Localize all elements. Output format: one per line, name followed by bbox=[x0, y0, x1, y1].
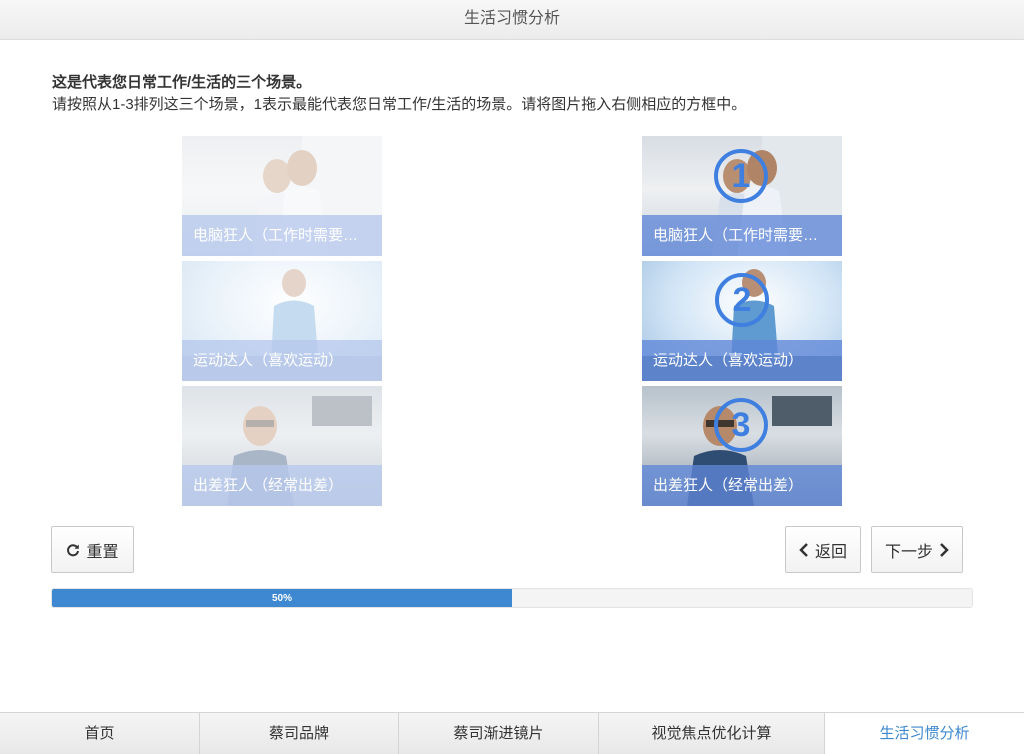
card-caption: 出差狂人（经常出差） bbox=[182, 465, 382, 506]
rank-badge: 1 bbox=[714, 149, 768, 203]
nav-tab-lifestyle[interactable]: 生活习惯分析 bbox=[825, 713, 1024, 754]
next-label: 下一步 bbox=[884, 543, 933, 561]
nav-tab-visual-focus[interactable]: 视觉焦点优化计算 bbox=[599, 713, 825, 754]
back-button[interactable]: 返回 bbox=[785, 526, 861, 573]
ranked-slot-1[interactable]: 1 电脑狂人（工作时需要… bbox=[642, 136, 842, 256]
instructions-text: 请按照从1-3排列这三个场景，1表示最能代表您日常工作/生活的场景。请将图片拖入… bbox=[52, 96, 747, 113]
card-caption: 运动达人（喜欢运动） bbox=[642, 340, 842, 381]
progress-fill: 50% bbox=[52, 589, 512, 607]
card-caption: 电脑狂人（工作时需要… bbox=[642, 215, 842, 256]
back-label: 返回 bbox=[814, 543, 847, 561]
card-caption: 电脑狂人（工作时需要… bbox=[182, 215, 382, 256]
progress-bar: 50% bbox=[51, 588, 973, 608]
next-button[interactable]: 下一步 bbox=[871, 526, 963, 573]
reset-button[interactable]: 重置 bbox=[51, 526, 134, 573]
window-title: 生活习惯分析 bbox=[0, 0, 1024, 40]
instructions-heading: 这是代表您日常工作/生活的三个场景。 bbox=[52, 74, 312, 91]
nav-tab-brand[interactable]: 蔡司品牌 bbox=[200, 713, 399, 754]
rank-badge: 2 bbox=[715, 273, 769, 327]
reset-label: 重置 bbox=[86, 543, 119, 561]
bottom-nav: 首页 蔡司品牌 蔡司渐进镜片 视觉焦点优化计算 生活习惯分析 bbox=[0, 712, 1024, 754]
source-card-computer[interactable]: 电脑狂人（工作时需要… bbox=[182, 136, 382, 256]
card-caption: 出差狂人（经常出差） bbox=[642, 465, 842, 506]
nav-tab-home[interactable]: 首页 bbox=[0, 713, 200, 754]
chevron-left-icon bbox=[799, 542, 809, 557]
ranked-slot-2[interactable]: 2 运动达人（喜欢运动） bbox=[642, 261, 842, 381]
instructions: 这是代表您日常工作/生活的三个场景。 请按照从1-3排列这三个场景，1表示最能代… bbox=[52, 72, 746, 116]
card-caption: 运动达人（喜欢运动） bbox=[182, 340, 382, 381]
nav-tab-progressive-lens[interactable]: 蔡司渐进镜片 bbox=[399, 713, 599, 754]
source-card-travel[interactable]: 出差狂人（经常出差） bbox=[182, 386, 382, 506]
source-card-sport[interactable]: 运动达人（喜欢运动） bbox=[182, 261, 382, 381]
chevron-right-icon bbox=[939, 542, 949, 557]
ranked-slot-3[interactable]: 3 出差狂人（经常出差） bbox=[642, 386, 842, 506]
refresh-icon bbox=[66, 543, 80, 557]
rank-badge: 3 bbox=[714, 398, 768, 452]
